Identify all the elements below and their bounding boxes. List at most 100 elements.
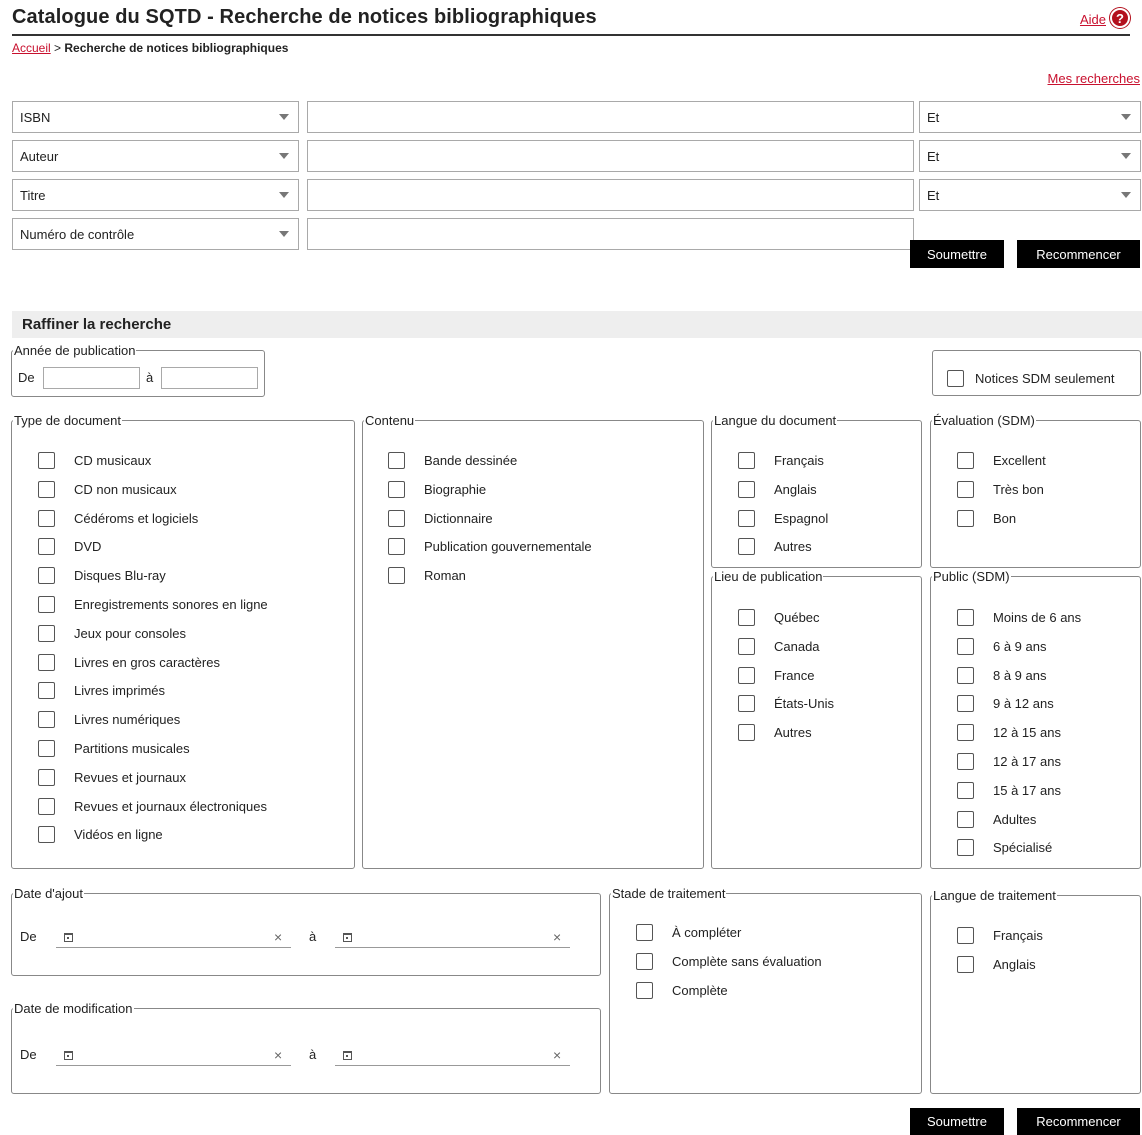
audience-option[interactable]: 6 à 9 ans: [957, 637, 1047, 655]
doc-type-option[interactable]: Jeux pour consoles: [38, 624, 186, 642]
search-term-input-3[interactable]: [307, 179, 914, 211]
close-icon[interactable]: ×: [274, 929, 282, 945]
checkbox[interactable]: [957, 927, 974, 944]
checkbox[interactable]: [636, 924, 653, 941]
help-icon[interactable]: ?: [1110, 8, 1130, 28]
my-searches-link[interactable]: Mes recherches: [1048, 71, 1140, 86]
checkbox[interactable]: [738, 724, 755, 742]
audience-option[interactable]: Spécialisé: [957, 839, 1052, 857]
stage-option[interactable]: Complète: [636, 981, 728, 999]
checkbox[interactable]: [957, 609, 974, 626]
calendar-icon[interactable]: [64, 933, 73, 942]
submit-button[interactable]: Soumettre: [910, 240, 1004, 268]
audience-option[interactable]: Adultes: [957, 810, 1036, 828]
doc-type-option[interactable]: Partitions musicales: [38, 740, 190, 757]
date-added-to-input[interactable]: [335, 928, 570, 948]
checkbox[interactable]: [38, 711, 55, 729]
pub-place-option[interactable]: Autres: [738, 724, 812, 742]
content-option[interactable]: Dictionnaire: [388, 509, 493, 527]
evaluation-option[interactable]: Très bon: [957, 480, 1044, 498]
checkbox[interactable]: [957, 781, 974, 799]
search-term-input-1[interactable]: [307, 101, 914, 133]
search-field-select-2[interactable]: Auteur: [12, 140, 299, 172]
checkbox[interactable]: [957, 810, 974, 828]
proc-lang-option[interactable]: Français: [957, 927, 1043, 944]
checkbox[interactable]: [38, 653, 55, 671]
checkbox[interactable]: [738, 637, 755, 655]
doc-type-option[interactable]: Vidéos en ligne: [38, 826, 163, 844]
doc-type-option[interactable]: Enregistrements sonores en ligne: [38, 596, 268, 613]
checkbox[interactable]: [957, 637, 974, 655]
checkbox[interactable]: [738, 666, 755, 684]
search-field-select-4[interactable]: Numéro de contrôle: [12, 218, 299, 250]
checkbox[interactable]: [38, 740, 55, 757]
audience-option[interactable]: 9 à 12 ans: [957, 695, 1054, 713]
stage-option[interactable]: À compléter: [636, 924, 741, 941]
evaluation-option[interactable]: Bon: [957, 509, 1016, 527]
search-field-select-3[interactable]: Titre: [12, 179, 299, 211]
doc-type-option[interactable]: Disques Blu-ray: [38, 567, 166, 585]
doc-type-option[interactable]: CD non musicaux: [38, 480, 177, 498]
operator-select-2[interactable]: Et: [919, 140, 1141, 172]
checkbox[interactable]: [947, 370, 964, 387]
breadcrumb-home-link[interactable]: Accueil: [12, 41, 51, 55]
reset-button[interactable]: Recommencer: [1017, 240, 1140, 268]
search-field-select-1[interactable]: ISBN: [12, 101, 299, 133]
evaluation-option[interactable]: Excellent: [957, 452, 1046, 469]
checkbox[interactable]: [38, 567, 55, 585]
date-modified-from-input[interactable]: [56, 1046, 291, 1066]
doc-type-option[interactable]: Revues et journaux: [38, 768, 186, 786]
checkbox[interactable]: [738, 538, 755, 556]
sdm-only-checkbox[interactable]: Notices SDM seulement: [947, 370, 1114, 387]
checkbox[interactable]: [388, 452, 405, 469]
checkbox[interactable]: [738, 480, 755, 498]
calendar-icon[interactable]: [343, 1051, 352, 1060]
checkbox[interactable]: [38, 452, 55, 469]
checkbox[interactable]: [38, 797, 55, 815]
year-from-input[interactable]: [43, 367, 140, 389]
checkbox[interactable]: [636, 952, 653, 970]
pub-place-option[interactable]: Québec: [738, 609, 820, 626]
content-option[interactable]: Biographie: [388, 480, 486, 498]
doc-type-option[interactable]: Cédéroms et logiciels: [38, 509, 198, 527]
checkbox[interactable]: [38, 480, 55, 498]
doc-lang-option[interactable]: Autres: [738, 538, 812, 556]
checkbox[interactable]: [957, 452, 974, 469]
date-added-from-input[interactable]: [56, 928, 291, 948]
audience-option[interactable]: 15 à 17 ans: [957, 781, 1061, 799]
content-option[interactable]: Publication gouvernementale: [388, 538, 592, 556]
checkbox[interactable]: [957, 666, 974, 684]
content-option[interactable]: Bande dessinée: [388, 452, 517, 469]
checkbox[interactable]: [38, 596, 55, 613]
calendar-icon[interactable]: [343, 933, 352, 942]
doc-lang-option[interactable]: Anglais: [738, 480, 817, 498]
checkbox[interactable]: [957, 480, 974, 498]
checkbox[interactable]: [38, 768, 55, 786]
checkbox[interactable]: [957, 724, 974, 742]
submit-button-bottom[interactable]: Soumettre: [910, 1108, 1004, 1135]
search-term-input-2[interactable]: [307, 140, 914, 172]
operator-select-3[interactable]: Et: [919, 179, 1141, 211]
checkbox[interactable]: [738, 509, 755, 527]
doc-type-option[interactable]: Livres en gros caractères: [38, 653, 220, 671]
doc-lang-option[interactable]: Français: [738, 452, 824, 469]
operator-select-1[interactable]: Et: [919, 101, 1141, 133]
checkbox[interactable]: [388, 567, 405, 585]
audience-option[interactable]: 8 à 9 ans: [957, 666, 1047, 684]
audience-option[interactable]: 12 à 15 ans: [957, 724, 1061, 742]
checkbox[interactable]: [957, 695, 974, 713]
pub-place-option[interactable]: France: [738, 666, 814, 684]
reset-button-bottom[interactable]: Recommencer: [1017, 1108, 1140, 1135]
proc-lang-option[interactable]: Anglais: [957, 955, 1036, 973]
close-icon[interactable]: ×: [553, 1047, 561, 1063]
checkbox[interactable]: [388, 480, 405, 498]
pub-place-option[interactable]: Canada: [738, 637, 820, 655]
checkbox[interactable]: [957, 753, 974, 770]
help-link[interactable]: Aide: [1080, 12, 1106, 27]
close-icon[interactable]: ×: [553, 929, 561, 945]
checkbox[interactable]: [388, 509, 405, 527]
checkbox[interactable]: [388, 538, 405, 556]
audience-option[interactable]: 12 à 17 ans: [957, 753, 1061, 770]
close-icon[interactable]: ×: [274, 1047, 282, 1063]
date-modified-to-input[interactable]: [335, 1046, 570, 1066]
